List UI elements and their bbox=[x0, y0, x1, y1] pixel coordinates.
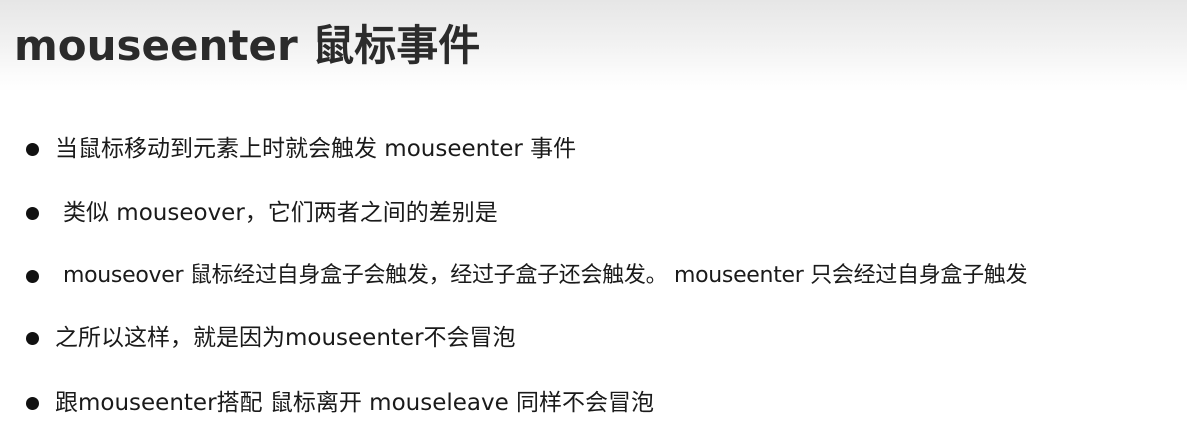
bullet-text: 之所以这样，就是因为mouseenter不会冒泡 bbox=[55, 325, 516, 351]
list-item: 类似 mouseover，它们两者之间的差别是 bbox=[26, 197, 498, 229]
slide: mouseenter 鼠标事件 当鼠标移动到元素上时就会触发 mouseente… bbox=[0, 0, 1187, 426]
list-item: 当鼠标移动到元素上时就会触发 mouseenter 事件 bbox=[26, 133, 576, 165]
bullet-dot-icon bbox=[26, 396, 39, 410]
bullet-text: 跟mouseenter搭配 鼠标离开 mouseleave 同样不会冒泡 bbox=[55, 390, 655, 416]
list-item: mouseover 鼠标经过自身盒子会触发，经过子盒子还会触发。 mouseen… bbox=[26, 260, 1028, 292]
slide-title: mouseenter 鼠标事件 bbox=[14, 21, 481, 70]
bullet-dot-icon bbox=[26, 206, 39, 220]
bullet-text: 类似 mouseover，它们两者之间的差别是 bbox=[63, 200, 498, 226]
list-item: 跟mouseenter搭配 鼠标离开 mouseleave 同样不会冒泡 bbox=[26, 387, 654, 419]
bullet-text: mouseover 鼠标经过自身盒子会触发，经过子盒子还会触发。 mouseen… bbox=[63, 263, 1028, 288]
bullet-dot-icon bbox=[26, 269, 39, 283]
list-item: 之所以这样，就是因为mouseenter不会冒泡 bbox=[26, 322, 516, 354]
bullet-text: 当鼠标移动到元素上时就会触发 mouseenter 事件 bbox=[55, 136, 577, 162]
bullet-dot-icon bbox=[26, 142, 39, 156]
bullet-dot-icon bbox=[26, 331, 39, 345]
